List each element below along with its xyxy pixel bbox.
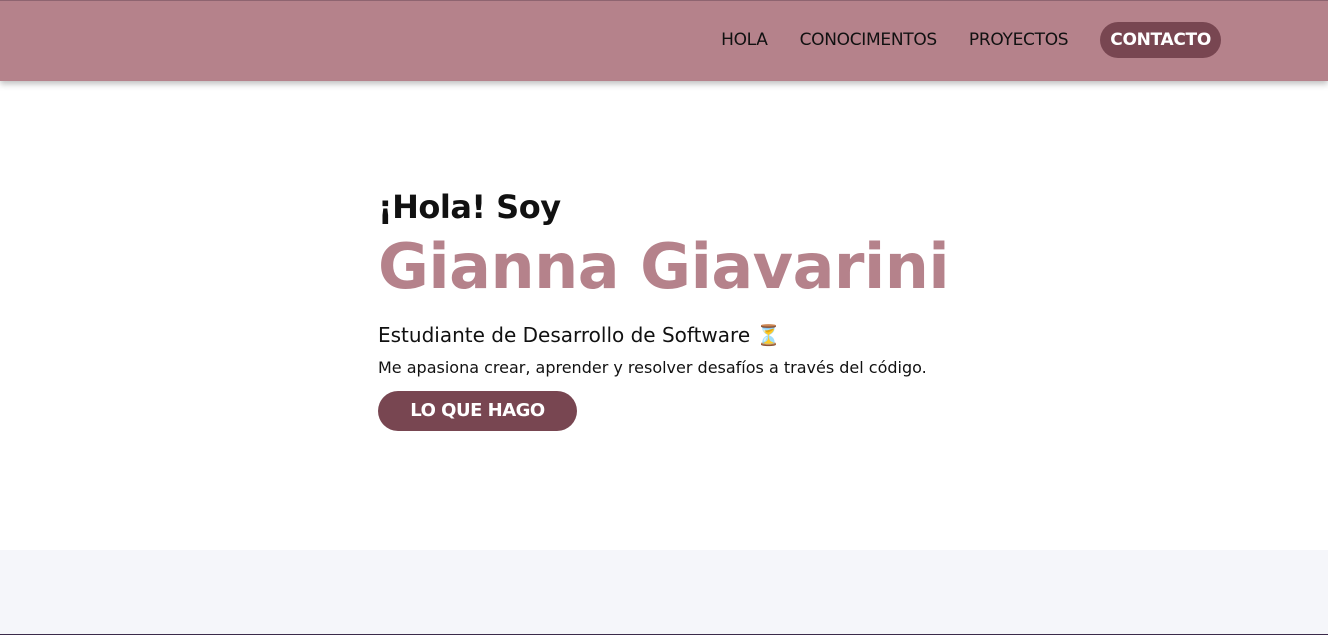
- hero-greeting: ¡Hola! Soy: [378, 188, 561, 226]
- hero-section: ¡Hola! Soy Gianna Giavarini Estudiante d…: [0, 81, 1328, 550]
- hourglass-icon: ⏳: [756, 323, 782, 347]
- hero-content: ¡Hola! Soy Gianna Giavarini Estudiante d…: [378, 187, 950, 431]
- nav-link-conocimentos[interactable]: CONOCIMENTOS: [784, 22, 953, 58]
- page: HOLA CONOCIMENTOS PROYECTOS CONTACTO ¡Ho…: [0, 0, 1328, 635]
- nav-link-proyectos[interactable]: PROYECTOS: [953, 22, 1084, 58]
- hero-role: Estudiante de Desarrollo de Software ⏳: [378, 321, 949, 349]
- nav-link-hola[interactable]: HOLA: [705, 22, 783, 58]
- lo-que-hago-button[interactable]: LO QUE HAGO: [378, 391, 577, 431]
- hero-tagline: Me apasiona crear, aprender y resolver d…: [378, 358, 927, 377]
- navbar: HOLA CONOCIMENTOS PROYECTOS CONTACTO: [0, 0, 1328, 81]
- next-section: [0, 550, 1328, 635]
- nav-links: HOLA CONOCIMENTOS PROYECTOS CONTACTO: [705, 22, 1221, 58]
- hero-role-text: Estudiante de Desarrollo de Software: [378, 323, 751, 347]
- nav-link-contacto[interactable]: CONTACTO: [1100, 22, 1221, 58]
- hero-name: Gianna Giavarini: [378, 230, 950, 303]
